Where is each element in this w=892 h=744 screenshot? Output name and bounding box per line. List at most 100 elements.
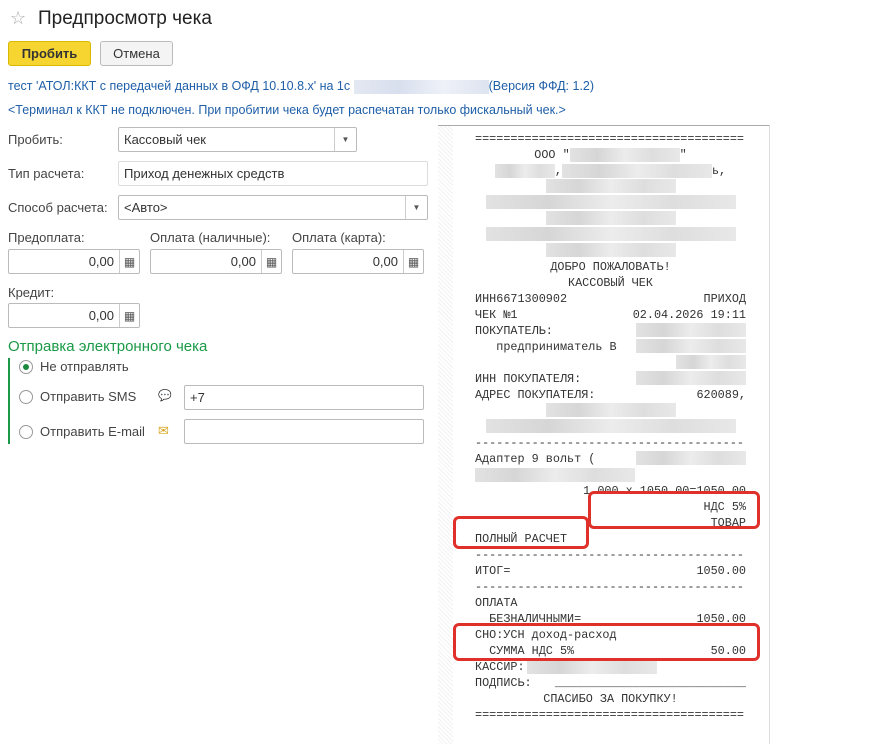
radio-none[interactable]: [19, 360, 33, 374]
radio-email[interactable]: [19, 425, 33, 439]
redacted-block: [545, 211, 676, 225]
opt-email-label[interactable]: Отправить E-mail: [40, 424, 145, 439]
chevron-down-icon[interactable]: ▼: [405, 196, 427, 219]
receipt-left: АДРЕС ПОКУПАТЕЛЯ:: [475, 388, 596, 402]
receipt-right: ПРИХОД: [703, 292, 746, 306]
chevron-down-icon[interactable]: ▼: [334, 128, 356, 151]
redacted-block: [527, 660, 657, 674]
card-input[interactable]: 0,00 ▦: [292, 249, 424, 274]
redacted-block: [561, 163, 712, 178]
receipt-line: [475, 211, 746, 227]
receipt-line: --------------------------------------: [475, 547, 746, 563]
calculator-icon[interactable]: ▦: [119, 250, 139, 273]
device-info[interactable]: тест 'АТОЛ:ККТ с передачей данных в ОФД …: [8, 79, 594, 94]
receipt-line: [475, 227, 746, 243]
receipt-right: 1050.00: [696, 564, 746, 578]
redacted-block: [636, 371, 746, 385]
card-label: Оплата (карта):: [292, 230, 386, 245]
receipt-left: ПОДПИСЬ:: [475, 676, 532, 690]
receipt-line: ЧЕК №1 02.04.2026 19:11: [475, 307, 746, 323]
sms-input[interactable]: +7: [184, 385, 424, 410]
receipt-left: ПОКУПАТЕЛЬ:: [475, 324, 553, 338]
favorite-star-icon[interactable]: ☆: [10, 8, 26, 29]
receipt-left: КАССИР:: [475, 660, 525, 674]
receipt-left: Адаптер 9 вольт (: [475, 452, 596, 466]
receipt-margin: [438, 126, 453, 744]
redacted-block: [353, 79, 489, 94]
device-info-text: тест 'АТОЛ:ККТ с передачей данных в ОФД …: [8, 79, 351, 93]
radio-sms[interactable]: [19, 390, 33, 404]
credit-label: Кредит:: [8, 285, 55, 300]
redacted-block: [485, 195, 736, 209]
cash-input[interactable]: 0,00 ▦: [150, 249, 282, 274]
receipt-left: ======================================: [475, 708, 745, 722]
redacted-block: [485, 227, 736, 241]
receipt-left: [475, 467, 635, 483]
receipt-line: ИТОГ= 1050.00: [475, 563, 746, 579]
receipt-left: ИТОГ=: [475, 564, 511, 578]
receipt-line: предприниматель В: [475, 339, 746, 355]
receipt-line: [475, 467, 746, 483]
prepay-value: 0,00: [88, 254, 114, 269]
receipt-line: [475, 179, 746, 195]
calc-type-field: Приход денежных средств: [118, 161, 428, 186]
receipt-right: 02.04.2026 19:11: [632, 308, 746, 322]
method-label: Способ расчета:: [8, 200, 108, 215]
receipt-center: , ь,: [494, 163, 727, 179]
redacted-block: [636, 339, 746, 353]
receipt-line: , ь,: [475, 163, 746, 179]
email-input[interactable]: [184, 419, 424, 444]
calculator-icon[interactable]: ▦: [403, 250, 423, 273]
receipt-right: ___________________________: [554, 676, 746, 690]
receipt-line: ООО " ": [475, 147, 746, 163]
calculator-icon[interactable]: ▦: [119, 304, 139, 327]
prepay-label: Предоплата:: [8, 230, 85, 245]
redacted-block: [545, 243, 676, 257]
receipt-text: КАССОВЫЙ ЧЕК: [568, 276, 653, 290]
redacted-block: [569, 147, 680, 162]
receipt-line: ДОБРО ПОЖАЛОВАТЬ!: [475, 259, 746, 275]
print-button[interactable]: Пробить: [8, 41, 91, 66]
receipt-line: [475, 419, 746, 435]
ereceipt-title: Отправка электронного чека: [8, 338, 208, 355]
cash-label: Оплата (наличные):: [150, 230, 271, 245]
card-value: 0,00: [372, 254, 398, 269]
redacted-block: [676, 355, 746, 369]
receipt-line: [475, 243, 746, 259]
opt-sms-label[interactable]: Отправить SMS: [40, 389, 136, 404]
receipt-line: ИНН6671300902 ПРИХОД: [475, 291, 746, 307]
receipt-center: ДОБРО ПОЖАЛОВАТЬ!: [550, 259, 670, 275]
print-select[interactable]: Кассовый чек ▼: [118, 127, 357, 152]
redacted-block: [485, 419, 736, 433]
receipt-line: АДРЕС ПОКУПАТЕЛЯ: 620089,: [475, 387, 746, 403]
receipt-center: СПАСИБО ЗА ПОКУПКУ!: [543, 691, 678, 707]
receipt-text: ь,: [711, 164, 727, 178]
prepay-input[interactable]: 0,00 ▦: [8, 249, 140, 274]
receipt-line: ОПЛАТА: [475, 595, 746, 611]
receipt-right: 620089,: [696, 388, 746, 402]
redacted-block: [545, 179, 676, 193]
highlight-vat-item: [588, 491, 760, 529]
cancel-button[interactable]: Отмена: [100, 41, 173, 66]
receipt-line: ПОДПИСЬ: ___________________________: [475, 675, 746, 691]
receipt-left: ЧЕК №1: [475, 308, 518, 322]
receipt-text: ,: [554, 164, 562, 178]
redacted-block: [636, 451, 746, 465]
terminal-notice-link[interactable]: <Терминал к ККТ не подключен. При пробит…: [8, 103, 566, 117]
opt-none-label[interactable]: Не отправлять: [40, 359, 129, 374]
section-bar: [8, 358, 10, 444]
receipt-line: СПАСИБО ЗА ПОКУПКУ!: [475, 691, 746, 707]
method-select[interactable]: <Авто> ▼: [118, 195, 428, 220]
redacted-block: [494, 163, 555, 178]
page-title: Предпросмотр чека: [38, 8, 212, 29]
receipt-left: предприниматель В: [475, 340, 617, 354]
calc-type-value: Приход денежных средств: [124, 166, 285, 181]
print-label: Пробить:: [8, 132, 63, 147]
receipt-text: ДОБРО ПОЖАЛОВАТЬ!: [550, 260, 671, 274]
credit-value: 0,00: [88, 308, 114, 323]
calculator-icon[interactable]: ▦: [261, 250, 281, 273]
receipt-left: --------------------------------------: [475, 548, 745, 562]
receipt-left: ОПЛАТА: [475, 596, 518, 610]
receipt-preview[interactable]: ====================================== ОО…: [438, 125, 770, 744]
credit-input[interactable]: 0,00 ▦: [8, 303, 140, 328]
